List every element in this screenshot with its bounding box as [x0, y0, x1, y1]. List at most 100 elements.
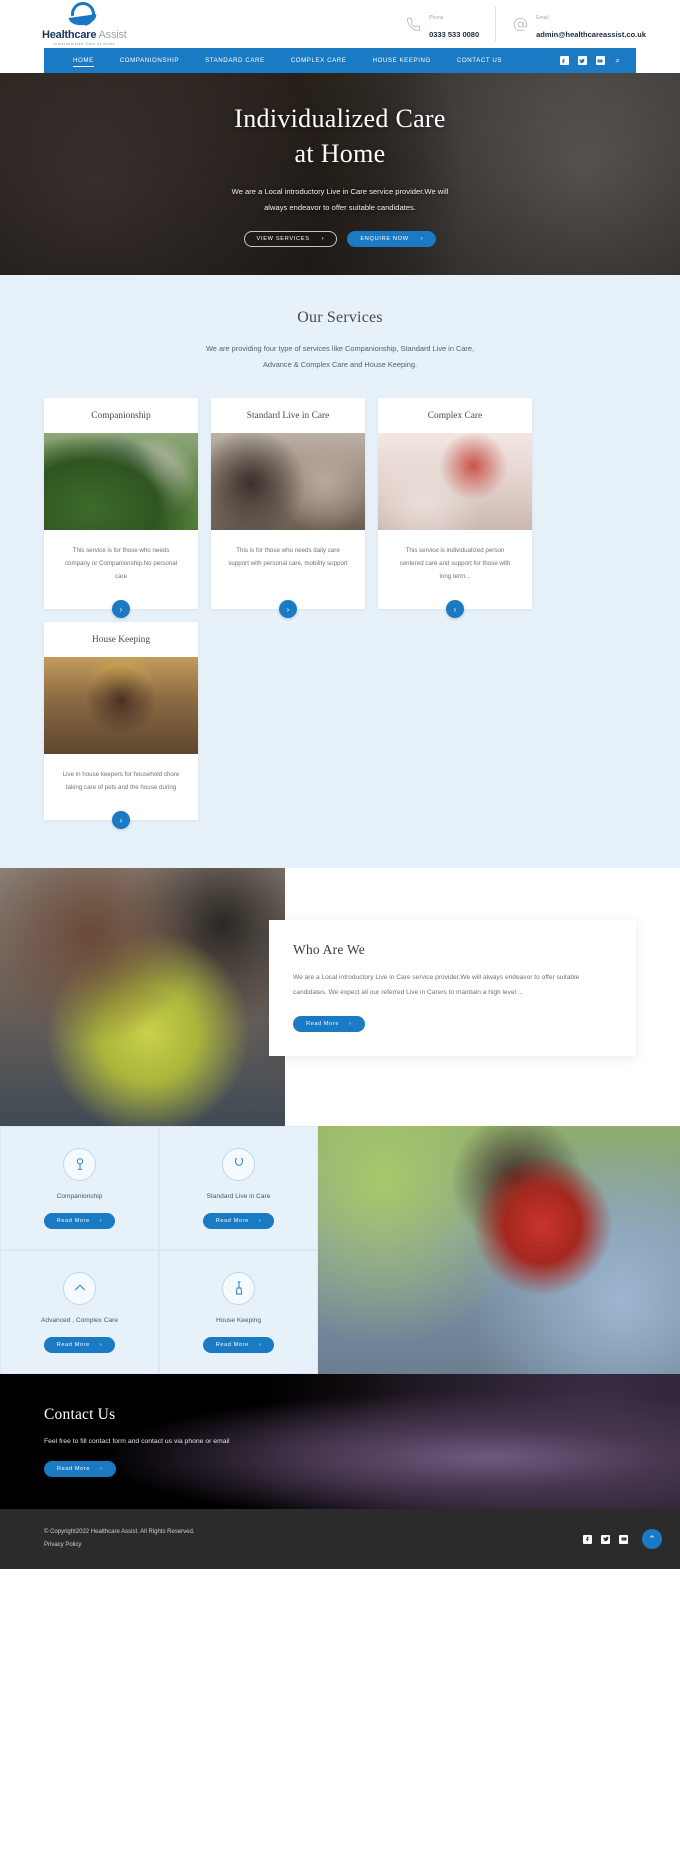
- feature-advanced-complex-care[interactable]: Advanced , Complex Care Read More ›: [0, 1250, 159, 1375]
- chevron-right-icon: ›: [321, 236, 325, 243]
- main-navigation: HOME COMPANIONSHIP STANDARD CARE COMPLEX…: [44, 48, 636, 73]
- feature-read-more-label: Read More: [56, 1217, 90, 1224]
- service-card-description: This service is individualized person ce…: [399, 547, 511, 581]
- services-subtitle: We are providing four type of services l…: [205, 344, 475, 369]
- services-section: Our Services We are providing four type …: [0, 275, 680, 869]
- complex-care-icon: [63, 1271, 96, 1305]
- footer-copyright: © Copyright2022 Healthcare Assist. All R…: [44, 1528, 195, 1535]
- header-email[interactable]: Email admin@healthcareassist.co.uk: [495, 6, 662, 42]
- enquire-now-button[interactable]: ENQUIRE NOW ›: [347, 231, 437, 248]
- service-card-image: [44, 657, 198, 755]
- nav-item-standard-care[interactable]: STANDARD CARE: [192, 48, 278, 73]
- youtube-icon[interactable]: [595, 56, 605, 65]
- chevron-right-icon: ›: [258, 1341, 262, 1348]
- logo-mark-icon: [63, 0, 105, 31]
- contact-read-more-button[interactable]: Read More ›: [44, 1461, 116, 1478]
- hero-subtitle: We are a Local introductory Live in Care…: [231, 187, 449, 213]
- feature-read-more-button[interactable]: Read More ›: [202, 1212, 275, 1229]
- who-read-more-label: Read More: [306, 1020, 340, 1027]
- feature-label: Advanced , Complex Care: [41, 1316, 118, 1324]
- feature-grid-section: Companionship Read More › Standard Live …: [0, 1126, 680, 1375]
- footer-social-links: [583, 1534, 628, 1544]
- feature-section-photo: [318, 1126, 680, 1375]
- service-card-image: [378, 433, 532, 531]
- who-are-we-title: Who Are We: [293, 942, 365, 958]
- nav-item-home[interactable]: HOME: [60, 48, 107, 73]
- service-card-title: House Keeping: [91, 635, 151, 646]
- header-bar: Healthcare Assist Individualised Care at…: [0, 0, 680, 48]
- service-card-title: Companionship: [91, 411, 151, 422]
- who-are-we-section: Who Are We We are a Local introductory L…: [0, 868, 680, 1127]
- service-card-house-keeping[interactable]: House Keeping Live in house keepers for …: [44, 622, 198, 830]
- service-card-complex-care[interactable]: Complex Care This service is individuali…: [378, 398, 532, 619]
- feature-house-keeping[interactable]: House Keeping Read More ›: [159, 1250, 318, 1375]
- twitter-icon[interactable]: [577, 56, 587, 65]
- who-are-we-card: Who Are We We are a Local introductory L…: [269, 920, 636, 1056]
- header-contact-group: Phone 0333 533 0080 Email admin@healthca…: [389, 6, 662, 42]
- service-card-description: This service is for those who needs comp…: [64, 547, 178, 581]
- feature-companionship[interactable]: Companionship Read More ›: [0, 1126, 159, 1251]
- header-phone[interactable]: Phone 0333 533 0080: [389, 6, 495, 42]
- logo-tagline: Individualised Care at Home: [53, 42, 116, 46]
- chevron-right-icon: ›: [349, 1020, 352, 1027]
- service-card-image: [44, 433, 198, 531]
- feature-read-more-button[interactable]: Read More ›: [43, 1212, 116, 1229]
- nav-links: HOME COMPANIONSHIP STANDARD CARE COMPLEX…: [60, 48, 515, 73]
- chevron-right-icon[interactable]: ›: [279, 600, 297, 619]
- standard-care-icon: [222, 1147, 255, 1181]
- service-card-image: [211, 433, 365, 531]
- hero-buttons: VIEW SERVICES › ENQUIRE NOW ›: [223, 231, 458, 248]
- house-keeping-icon: [222, 1271, 255, 1305]
- chevron-right-icon: ›: [420, 236, 424, 243]
- enquire-now-label: ENQUIRE NOW: [360, 236, 409, 243]
- chevron-right-icon[interactable]: ›: [112, 811, 130, 830]
- service-card-grid: Companionship This service is for those …: [0, 398, 680, 830]
- nav-item-contact-us[interactable]: CONTACT US: [444, 48, 515, 73]
- search-icon[interactable]: ⌕: [616, 56, 620, 66]
- hero-title: Individualized Care at Home: [234, 103, 446, 169]
- service-card-title: Standard Live in Care: [246, 411, 330, 422]
- nav-item-house-keeping[interactable]: HOUSE KEEPING: [359, 48, 443, 73]
- who-read-more-button[interactable]: Read More ›: [293, 1015, 365, 1032]
- contact-read-more-label: Read More: [57, 1466, 91, 1473]
- feature-label: House Keeping: [215, 1316, 262, 1324]
- footer-privacy-policy-link[interactable]: Privacy Policy: [44, 1539, 195, 1552]
- feature-read-more-label: Read More: [215, 1217, 249, 1224]
- youtube-icon[interactable]: [619, 1534, 628, 1544]
- nav-item-companionship[interactable]: COMPANIONSHIP: [107, 48, 192, 73]
- view-services-button[interactable]: VIEW SERVICES ›: [243, 231, 338, 248]
- feature-read-more-label: Read More: [56, 1341, 90, 1348]
- phone-label: Phone: [429, 15, 444, 21]
- feature-read-more-label: Read More: [215, 1341, 249, 1348]
- phone-icon: [405, 16, 422, 33]
- chevron-right-icon[interactable]: ›: [112, 600, 130, 619]
- email-label: Email: [536, 15, 549, 21]
- feature-read-more-button[interactable]: Read More ›: [43, 1336, 116, 1353]
- phone-value: 0333 533 0080: [429, 30, 480, 39]
- service-card-standard-live-in-care[interactable]: Standard Live in Care This is for those …: [211, 398, 365, 619]
- facebook-icon[interactable]: [583, 1534, 592, 1544]
- service-card-title: Complex Care: [427, 411, 483, 422]
- who-are-we-photo: [0, 868, 285, 1127]
- view-services-label: VIEW SERVICES: [256, 236, 310, 243]
- email-at-icon: [512, 16, 529, 33]
- site-logo[interactable]: Healthcare Assist Individualised Care at…: [42, 0, 127, 46]
- nav-item-complex-care[interactable]: COMPLEX CARE: [278, 48, 360, 73]
- service-card-companionship[interactable]: Companionship This service is for those …: [44, 398, 198, 619]
- chevron-right-icon: ›: [258, 1217, 262, 1224]
- chevron-up-icon[interactable]: ⌃: [642, 1529, 662, 1550]
- chevron-right-icon: ›: [99, 1341, 103, 1348]
- companionship-icon: [63, 1147, 96, 1181]
- feature-read-more-button[interactable]: Read More ›: [202, 1336, 275, 1353]
- facebook-icon[interactable]: [559, 56, 569, 65]
- feature-label: Standard Live in Care: [206, 1192, 271, 1200]
- contact-subtitle: Feel free to fill contact form and conta…: [44, 1438, 230, 1446]
- hero-banner: Individualized Care at Home We are a Loc…: [0, 73, 680, 275]
- contact-section: Contact Us Feel free to fill contact for…: [0, 1374, 680, 1510]
- twitter-icon[interactable]: [601, 1534, 610, 1544]
- feature-standard-live-in-care[interactable]: Standard Live in Care Read More ›: [159, 1126, 318, 1251]
- logo-wordmark: Healthcare Assist: [42, 29, 127, 41]
- who-are-we-body: We are a Local introductory Live in Care…: [293, 974, 580, 996]
- services-title: Our Services: [297, 309, 383, 326]
- chevron-right-icon[interactable]: ›: [446, 600, 464, 619]
